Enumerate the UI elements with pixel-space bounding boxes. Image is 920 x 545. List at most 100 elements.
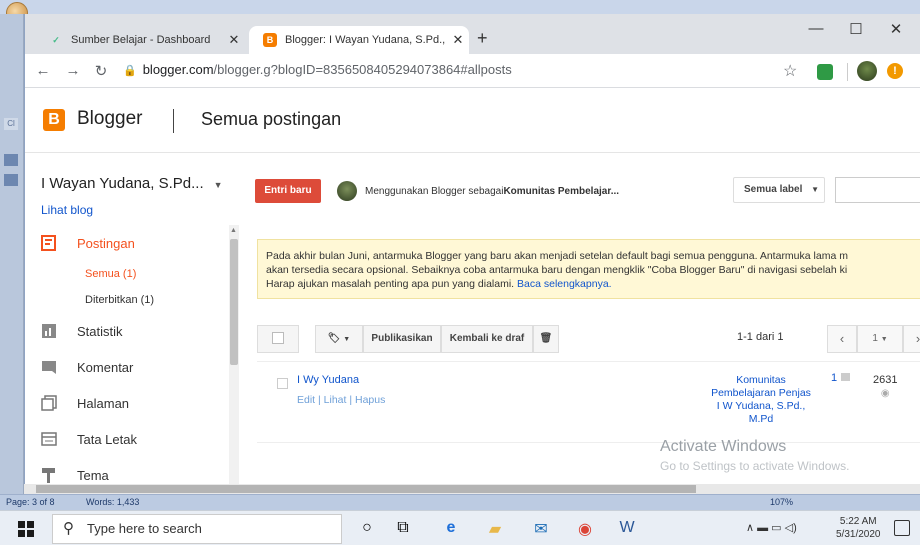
new-post-button[interactable]: Entri baru bbox=[255, 179, 321, 203]
sidebar-item-theme[interactable]: Tema bbox=[41, 467, 109, 483]
chrome-icon[interactable]: ◉ bbox=[574, 519, 596, 539]
close-tab-icon[interactable]: ✕ bbox=[223, 32, 245, 48]
post-author[interactable]: Komunitas Pembelajaran Penjas I W Yudana… bbox=[711, 374, 811, 426]
blog-name: I Wayan Yudana, S.Pd... bbox=[41, 175, 204, 192]
next-page-icon[interactable]: › bbox=[903, 325, 920, 353]
scroll-up-icon[interactable]: ▲ bbox=[230, 227, 237, 234]
sidebar-scrollbar[interactable]: ▲ bbox=[229, 225, 239, 490]
sidebar-item-stats[interactable]: Statistik bbox=[41, 323, 123, 339]
reload-icon[interactable]: ↻ bbox=[91, 62, 111, 80]
revert-to-draft-button[interactable]: Kembali ke draf bbox=[441, 325, 533, 353]
extension-icon[interactable] bbox=[817, 64, 833, 80]
cortana-icon[interactable]: ○ bbox=[356, 519, 378, 539]
close-window-icon[interactable]: ✕ bbox=[881, 20, 911, 38]
chevron-down-icon: ▼ bbox=[880, 336, 888, 343]
maximize-icon[interactable]: ☐ bbox=[841, 20, 871, 38]
scrollbar-thumb[interactable] bbox=[36, 485, 696, 493]
pages-icon bbox=[41, 395, 57, 411]
tab-blogger[interactable]: B Blogger: I Wayan Yudana, S.Pd., M ✕ bbox=[249, 26, 469, 54]
prev-page-icon[interactable]: ‹ bbox=[827, 325, 857, 353]
word-icon[interactable]: W bbox=[616, 519, 638, 539]
tab-strip: ✓ Sumber Belajar - Dashboard ✕ B Blogger… bbox=[25, 14, 920, 54]
task-view-icon[interactable]: ⧉ bbox=[392, 519, 414, 539]
horizontal-scrollbar[interactable] bbox=[24, 484, 920, 494]
lock-icon: 🔒 bbox=[123, 65, 137, 77]
notice-line: Harap ajukan masalah penting apa pun yan… bbox=[266, 278, 612, 290]
tag-icon: 🏷 bbox=[327, 333, 341, 344]
sub-item-all[interactable]: Semua (1) bbox=[85, 268, 136, 280]
notifications-icon[interactable] bbox=[894, 520, 910, 536]
zoom-level[interactable]: 107% bbox=[770, 497, 793, 507]
word-tool-icon[interactable] bbox=[4, 174, 18, 186]
blogger-logo-icon[interactable]: B bbox=[43, 109, 65, 131]
blogger-page: B Blogger Semua postingan I Wayan Yudana… bbox=[25, 89, 920, 490]
tab-title: Sumber Belajar - Dashboard bbox=[71, 34, 211, 46]
sidebar-item-label: Halaman bbox=[77, 395, 130, 411]
label-filter-select[interactable]: Semua label ▼ bbox=[733, 177, 825, 203]
using-as-name[interactable]: Komunitas Pembelajar... bbox=[503, 186, 619, 197]
view-blog-link[interactable]: Lihat blog bbox=[41, 203, 93, 217]
sidebar-item-pages[interactable]: Halaman bbox=[41, 395, 129, 411]
word-tool-icon[interactable]: Cl bbox=[4, 118, 18, 130]
minimize-icon[interactable]: — bbox=[801, 20, 831, 37]
read-more-link[interactable]: Baca selengkapnya. bbox=[517, 278, 612, 290]
delete-icon[interactable]: 🗑 bbox=[533, 325, 559, 353]
taskbar-search-input[interactable]: ⚲ Type here to search bbox=[52, 514, 342, 544]
blogger-header: B Blogger Semua postingan bbox=[25, 89, 920, 153]
brand-name[interactable]: Blogger bbox=[77, 108, 143, 130]
address-bar: ← → ↻ 🔒 blogger.com/blogger.g?blogID=8356… bbox=[25, 54, 920, 88]
windows-start-icon[interactable] bbox=[18, 521, 34, 537]
page-count[interactable]: Page: 3 of 8 bbox=[6, 497, 55, 507]
new-tab-button[interactable]: + bbox=[477, 28, 488, 49]
header-divider bbox=[173, 109, 174, 133]
label-menu-button[interactable]: 🏷 ▼ bbox=[315, 325, 363, 353]
account-indicator: Menggunakan Blogger sebagai Komunitas Pe… bbox=[337, 181, 619, 201]
word-count[interactable]: Words: 1,433 bbox=[86, 497, 139, 507]
word-status-bar: Page: 3 of 8 Words: 1,433 107% bbox=[0, 494, 920, 510]
sidebar-item-label: Komentar bbox=[77, 359, 134, 375]
store-icon[interactable]: ✉ bbox=[530, 519, 552, 539]
tab-title: Blogger: I Wayan Yudana, S.Pd., M bbox=[285, 34, 447, 46]
avatar bbox=[337, 181, 357, 201]
view-count: 2631 ◉ bbox=[873, 374, 898, 399]
tab-sumber-belajar[interactable]: ✓ Sumber Belajar - Dashboard ✕ bbox=[35, 26, 245, 54]
clock[interactable]: 5:22 AM 5/31/2020 bbox=[836, 515, 881, 541]
notice-line: Pada akhir bulan Juni, antarmuka Blogger… bbox=[266, 250, 848, 262]
scrollbar-thumb[interactable] bbox=[230, 239, 238, 365]
sidebar-item-comments[interactable]: Komentar bbox=[41, 359, 133, 375]
select-all-checkbox[interactable] bbox=[257, 325, 299, 353]
update-alert-icon[interactable]: ! bbox=[887, 63, 903, 79]
sidebar-item-label: Tata Letak bbox=[77, 431, 137, 447]
bookmark-star-icon[interactable]: ☆ bbox=[783, 61, 797, 81]
back-icon[interactable]: ← bbox=[33, 62, 53, 79]
word-tool-icon[interactable] bbox=[4, 154, 18, 166]
system-tray[interactable]: ∧ ▬ ▭ ◁) bbox=[746, 521, 797, 534]
label-filter-value: Semua label bbox=[744, 184, 803, 195]
edge-icon[interactable]: e bbox=[440, 519, 462, 539]
url-field[interactable]: 🔒 blogger.com/blogger.g?blogID=8356508405… bbox=[123, 62, 512, 77]
sidebar-item-posts[interactable]: Postingan bbox=[41, 235, 135, 251]
post-title[interactable]: I Wy Yudana bbox=[297, 374, 359, 386]
per-page-select[interactable]: 1 ▼ bbox=[857, 325, 903, 353]
sidebar-item-label: Postingan bbox=[77, 235, 135, 251]
url-path: /blogger.g?blogID=8356508405294073864#al… bbox=[213, 62, 512, 77]
forward-icon[interactable]: → bbox=[63, 62, 83, 79]
notice-banner: Pada akhir bulan Juni, antarmuka Blogger… bbox=[257, 239, 920, 299]
sidebar: I Wayan Yudana, S.Pd... ▼ Lihat blog Post… bbox=[25, 153, 241, 490]
row-checkbox[interactable] bbox=[277, 378, 288, 389]
post-actions[interactable]: Edit | Lihat | Hapus bbox=[297, 394, 385, 406]
pagination-range: 1-1 dari 1 bbox=[737, 331, 784, 343]
publish-button[interactable]: Publikasikan bbox=[363, 325, 441, 353]
checkbox[interactable] bbox=[272, 332, 284, 345]
sub-item-published[interactable]: Diterbitkan (1) bbox=[85, 294, 154, 306]
blog-selector[interactable]: I Wayan Yudana, S.Pd... ▼ bbox=[41, 175, 223, 192]
stats-icon bbox=[41, 323, 57, 339]
search-input[interactable] bbox=[835, 177, 920, 203]
close-tab-icon[interactable]: ✕ bbox=[447, 32, 469, 48]
comment-count[interactable]: 1 bbox=[831, 372, 851, 384]
page-title: Semua postingan bbox=[201, 109, 342, 129]
profile-avatar[interactable] bbox=[857, 61, 877, 81]
blogger-favicon-icon: B bbox=[263, 33, 277, 47]
file-explorer-icon[interactable]: ▰ bbox=[484, 519, 506, 539]
sidebar-item-layout[interactable]: Tata Letak bbox=[41, 431, 137, 447]
